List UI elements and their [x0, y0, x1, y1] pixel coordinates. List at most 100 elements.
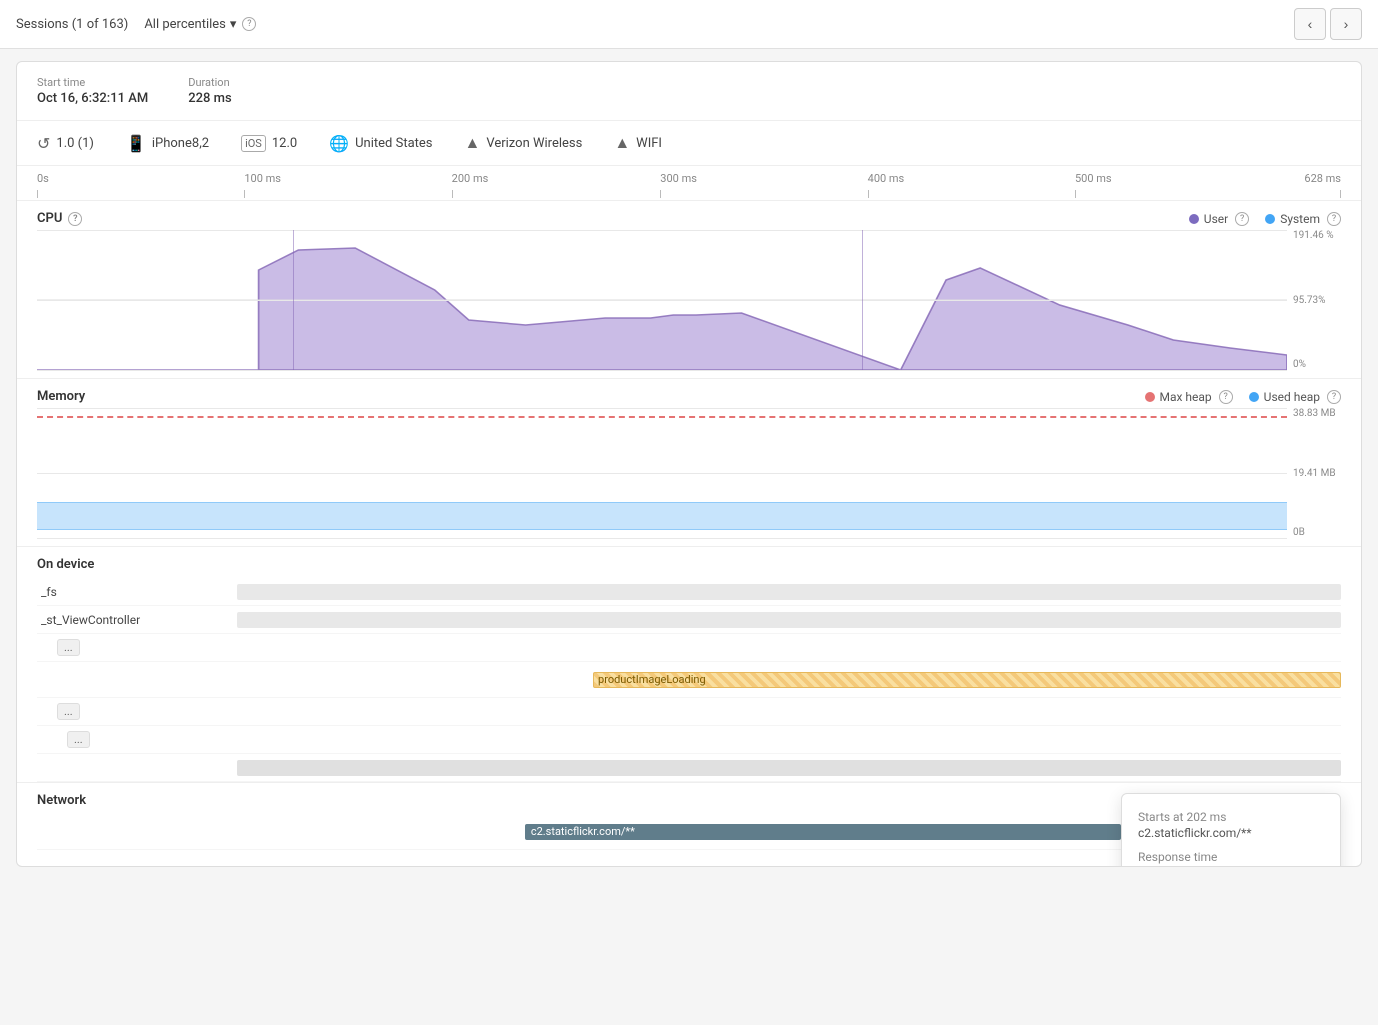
device-bar: ↺ 1.0 (1) 📱 iPhone8,2 iOS 12.0 🌐 United …	[17, 121, 1361, 166]
cpu-y-mid: 95.73%	[1293, 295, 1341, 306]
system-dot	[1265, 214, 1275, 224]
mem-gridline-top	[37, 408, 1287, 409]
device-value: iPhone8,2	[152, 136, 209, 151]
tick-line-3	[660, 190, 661, 198]
used-heap-legend: Used heap ?	[1249, 390, 1341, 404]
user-dot	[1189, 214, 1199, 224]
memory-section: Memory Max heap ? Used heap ?	[17, 379, 1361, 547]
network-bar-label: c2.staticflickr.com/**	[531, 825, 635, 838]
ruler-container: 0s 100 ms 200 ms 300 ms 400 ms 500 ms 62…	[37, 172, 1341, 200]
percentile-dropdown[interactable]: All percentiles ▾ ?	[144, 17, 256, 32]
cpu-user-polygon	[37, 248, 1287, 370]
mem-gridline-bottom	[37, 538, 1287, 539]
tick-400ms: 400 ms	[868, 172, 905, 185]
tooltip-response-time: Response time 224 ms	[1138, 850, 1324, 867]
user-legend-label: User	[1204, 212, 1228, 226]
ellipsis-row-3: ...	[37, 726, 1341, 754]
fs-trace-row: _fs	[37, 578, 1341, 606]
memory-bottom-spacer	[37, 538, 1341, 546]
ellipsis-cell-3[interactable]: ...	[37, 731, 257, 748]
cpu-chart-title: CPU ?	[37, 211, 82, 226]
network-bar-area: c2.staticflickr.com/**	[257, 814, 1121, 849]
user-help-icon[interactable]: ?	[1235, 212, 1249, 226]
country-value: United States	[355, 136, 432, 151]
tick-628ms: 628 ms	[1304, 172, 1341, 185]
start-time-value: Oct 16, 6:32:11 AM	[37, 91, 148, 106]
ellipsis-cell-2[interactable]: ...	[37, 703, 257, 720]
product-bar[interactable]: productImageLoading	[593, 672, 1341, 688]
globe-icon: 🌐	[329, 134, 349, 153]
phone-icon: 📱	[126, 134, 146, 153]
tick-line-4	[868, 190, 869, 198]
memory-legend: Max heap ? Used heap ?	[1145, 390, 1342, 404]
mem-y-bottom: 0B	[1293, 527, 1341, 538]
card-header: Start time Oct 16, 6:32:11 AM Duration 2…	[17, 62, 1361, 121]
memory-chart-title: Memory	[37, 389, 85, 404]
product-row: productImageLoading	[37, 662, 1341, 698]
tick-100ms: 100 ms	[244, 172, 281, 185]
memory-chart-area: 38.83 MB 19.41 MB 0B	[37, 408, 1341, 538]
max-heap-dot	[1145, 392, 1155, 402]
percentile-label: All percentiles	[144, 17, 226, 32]
used-heap-dot	[1249, 392, 1259, 402]
version-value: 1.0 (1)	[56, 136, 94, 151]
memory-y-labels: 38.83 MB 19.41 MB 0B	[1287, 408, 1341, 538]
ellipsis-btn-1[interactable]: ...	[57, 639, 80, 656]
carrier-item: ▲ Verizon Wireless	[465, 133, 583, 153]
cpu-marker-2	[862, 230, 863, 370]
system-legend: System ?	[1265, 212, 1341, 226]
mem-y-mid: 19.41 MB	[1293, 468, 1341, 479]
cpu-marker-1	[293, 230, 294, 370]
device-item: 📱 iPhone8,2	[126, 134, 209, 153]
st-trace-row: _st_ViewController	[37, 606, 1341, 634]
memory-chart-header: Memory Max heap ? Used heap ?	[37, 379, 1341, 408]
network-bar[interactable]: c2.staticflickr.com/**	[525, 824, 1121, 840]
ellipsis-btn-3[interactable]: ...	[67, 731, 90, 748]
max-heap-help-icon[interactable]: ?	[1219, 390, 1233, 404]
st-bar-area	[237, 606, 1341, 633]
st-label: _st_ViewController	[37, 613, 237, 627]
duration-value: 228 ms	[188, 91, 231, 106]
user-legend: User ?	[1189, 212, 1249, 226]
country-item: 🌐 United States	[329, 134, 432, 153]
cpu-y-labels: 191.46 % 95.73% 0%	[1287, 230, 1341, 370]
ellipsis-row-2: ...	[37, 698, 1341, 726]
cpu-help-icon[interactable]: ?	[68, 212, 82, 226]
cpu-y-bottom: 0%	[1293, 359, 1341, 370]
carrier-value: Verizon Wireless	[486, 136, 582, 151]
used-heap-bar	[37, 502, 1287, 530]
cpu-title-text: CPU	[37, 211, 62, 226]
system-legend-label: System	[1280, 212, 1320, 226]
network-value: WIFI	[636, 136, 662, 151]
tooltip-url: c2.staticflickr.com/**	[1138, 826, 1324, 840]
tick-line-1	[244, 190, 245, 198]
ellipsis-btn-2[interactable]: ...	[57, 703, 80, 720]
used-heap-help-icon[interactable]: ?	[1327, 390, 1341, 404]
cpu-chart-area: 191.46 % 95.73% 0%	[37, 230, 1341, 370]
product-bar-label: productImageLoading	[598, 673, 706, 686]
mem-y-top: 38.83 MB	[1293, 408, 1341, 419]
tick-line-6	[1340, 190, 1341, 198]
ellipsis-cell-1[interactable]: ...	[37, 639, 257, 656]
network-item: ▲ WIFI	[614, 133, 662, 153]
history-icon: ↺	[37, 134, 50, 153]
main-card: Start time Oct 16, 6:32:11 AM Duration 2…	[16, 61, 1362, 867]
cpu-bottom-spacer	[37, 370, 1341, 378]
max-heap-legend-label: Max heap	[1160, 390, 1212, 404]
system-help-icon[interactable]: ?	[1327, 212, 1341, 226]
duration-item: Duration 228 ms	[188, 76, 231, 106]
next-button[interactable]: ›	[1330, 8, 1362, 40]
prev-button[interactable]: ‹	[1294, 8, 1326, 40]
network-tooltip: Starts at 202 ms c2.staticflickr.com/** …	[1121, 793, 1341, 867]
on-device-last-bar	[237, 754, 1341, 781]
fs-bar-bg	[237, 584, 1341, 600]
top-bar-nav: ‹ ›	[1294, 8, 1362, 40]
tick-line-0	[37, 190, 38, 198]
tooltip-starts: Starts at 202 ms	[1138, 810, 1324, 824]
ellipsis-bar-2	[257, 698, 1341, 725]
ellipsis-bar-1	[257, 634, 1341, 661]
top-bar-left: Sessions (1 of 163) All percentiles ▾ ?	[16, 17, 256, 32]
on-device-title: On device	[37, 547, 1341, 578]
tick-line-5	[1075, 190, 1076, 198]
help-icon[interactable]: ?	[242, 17, 256, 31]
